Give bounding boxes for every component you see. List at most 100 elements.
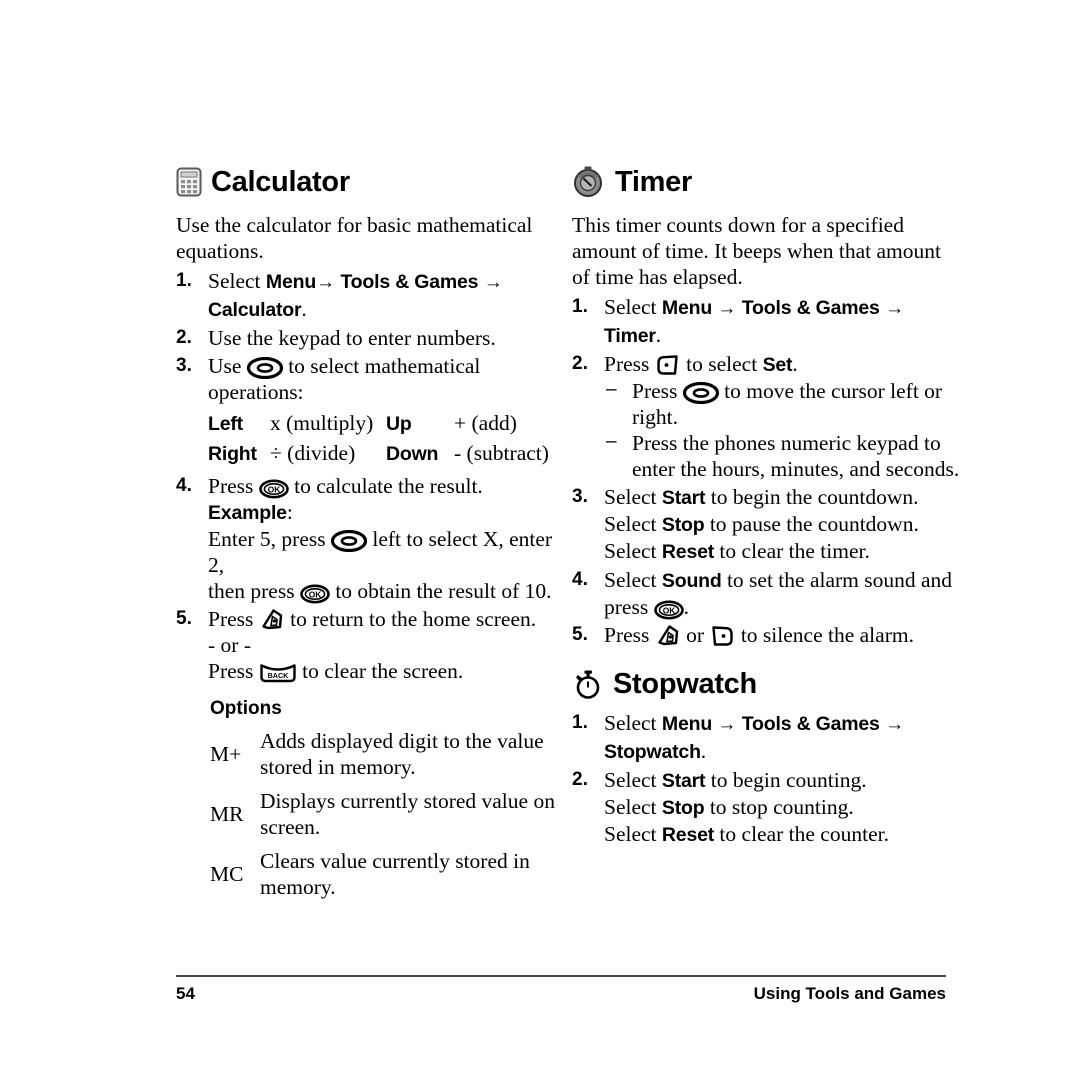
timer-substeps: – Press to move the cursor left or right… — [604, 378, 962, 482]
op-key-right: Right — [208, 443, 257, 465]
option-row-mplus: M+ Adds displayed digit to the value sto… — [176, 728, 556, 780]
step-number: 2. — [572, 769, 588, 790]
menu-term: Menu — [661, 297, 713, 319]
calculator-step-1: 1. Select Menu→ Tools & Games → Calculat… — [176, 268, 556, 323]
option-description: Clears value currently stored in memory. — [260, 849, 530, 899]
example-term: Example — [208, 502, 287, 524]
step-text: Press — [604, 623, 655, 647]
start-term: Start — [661, 770, 706, 792]
set-term: Set — [762, 354, 793, 376]
step-text: Press — [208, 607, 259, 631]
timer-step-4: 4. Select Sound to set the alarm sound a… — [572, 567, 962, 620]
step-text: . — [301, 297, 307, 321]
back-key-icon: BACK — [259, 662, 297, 684]
calculator-section: Calculator Use the calculator for basic … — [176, 162, 556, 908]
step-number: 4. — [572, 569, 588, 590]
option-description: Displays currently stored value on scree… — [260, 789, 555, 839]
option-key: M+ — [210, 742, 242, 766]
option-key: MR — [210, 802, 244, 826]
op-key-left: Left — [208, 413, 243, 435]
stopwatch-icon — [572, 668, 604, 700]
calculator-title: Calculator — [211, 165, 350, 198]
timer-section: Timer This timer counts down for a speci… — [572, 162, 962, 850]
step-text: Select — [604, 485, 662, 509]
navigation-rocker-key-icon — [682, 382, 719, 404]
step-text: to pause the countdown. — [704, 512, 919, 536]
timer-step-5: 5. Press or to silence the alarm. — [572, 622, 962, 648]
timer-term: Timer — [604, 325, 656, 347]
step-text: Press — [208, 474, 259, 498]
step-text: to calculate the result. — [288, 474, 483, 498]
calculator-heading: Calculator — [176, 162, 556, 202]
step-text: Use — [208, 354, 247, 378]
stopwatch-heading: Stopwatch — [572, 664, 962, 704]
step-text: . — [700, 739, 707, 763]
end-key-icon — [259, 606, 285, 632]
arrow-glyph: → — [885, 714, 905, 735]
ok-key-icon: OK — [300, 584, 330, 604]
step-number: 4. — [176, 475, 192, 496]
step-text: Select — [604, 568, 662, 592]
timer-icon — [572, 166, 606, 198]
stopwatch-title: Stopwatch — [613, 667, 757, 700]
step-text: Select — [604, 711, 662, 735]
menu-term: Menu — [265, 271, 317, 293]
svg-text:OK: OK — [268, 485, 281, 495]
operations-table: Left x (multiply) Up + (add) Right ÷ (di… — [208, 410, 556, 467]
stop-term: Stop — [661, 514, 705, 536]
arrow-glyph: → — [316, 272, 336, 293]
step-text: to set the alarm sound and — [721, 568, 953, 592]
op-value-add: + (add) — [454, 411, 517, 435]
step-text: Select — [604, 512, 662, 536]
step-number: 5. — [572, 624, 588, 645]
operations-row: Right ÷ (divide) Down - (subtract) — [208, 440, 556, 467]
op-key-down: Down — [386, 443, 439, 465]
tools-games-term: Tools & Games — [741, 713, 880, 735]
stopwatch-step-2: 2. Select Start to begin counting. Selec… — [572, 767, 962, 848]
tools-games-term: Tools & Games — [741, 297, 880, 319]
timer-step-1: 1. Select Menu → Tools & Games → Timer. — [572, 294, 962, 349]
step-text: Select — [604, 795, 662, 819]
op-value-divide: ÷ (divide) — [270, 441, 356, 465]
option-key: MC — [210, 862, 244, 886]
step-text: Select — [604, 539, 662, 563]
timer-heading: Timer — [572, 162, 962, 202]
footer-divider — [176, 975, 946, 977]
step-number: 3. — [572, 486, 588, 507]
timer-substep-2: – Press the phones numeric keypad to ent… — [604, 430, 962, 482]
step-text: . — [683, 595, 689, 619]
calculator-intro: Use the calculator for basic mathematica… — [176, 213, 533, 263]
stop-term: Stop — [661, 797, 705, 819]
left-softkey-icon — [655, 353, 681, 377]
timer-step-3: 3. Select Start to begin the countdown. … — [572, 484, 962, 565]
options-heading: Options — [210, 698, 282, 719]
step-number: 1. — [572, 712, 588, 733]
option-description: Adds displayed digit to the value stored… — [260, 729, 544, 779]
stopwatch-term: Stopwatch — [604, 741, 701, 763]
step-text: . — [792, 352, 798, 376]
substep-text: Press the phones numeric keypad to enter… — [632, 431, 960, 481]
stopwatch-step-1: 1. Select Menu → Tools & Games → Stopwat… — [572, 710, 962, 765]
step-number: 5. — [176, 608, 192, 629]
reset-term: Reset — [661, 541, 715, 563]
op-value-multiply: x (multiply) — [270, 411, 374, 435]
timer-step-2: 2. Press to select Set. – Press to move … — [572, 351, 962, 482]
step-text: Press — [604, 352, 655, 376]
or-separator: - or - — [208, 633, 251, 657]
step-text: Select — [604, 295, 662, 319]
navigation-rocker-key-icon — [331, 530, 367, 552]
arrow-glyph: → — [717, 298, 737, 319]
step-text: press — [604, 595, 654, 619]
ok-key-icon: OK — [258, 479, 289, 499]
calculator-term: Calculator — [208, 299, 302, 321]
option-row-mr: MR Displays currently stored value on sc… — [176, 788, 556, 840]
calculator-step-3: 3. Use to select mathematical operations… — [176, 353, 556, 467]
svg-text:OK: OK — [309, 590, 322, 600]
sound-term: Sound — [661, 570, 722, 592]
operations-row: Left x (multiply) Up + (add) — [208, 410, 556, 437]
step-text: to return to the home screen. — [284, 607, 537, 631]
step-text: to clear the counter. — [714, 822, 889, 846]
navigation-rocker-key-icon — [246, 357, 283, 379]
calculator-step-2: 2. Use the keypad to enter numbers. — [176, 325, 556, 351]
op-value-subtract: - (subtract) — [454, 441, 549, 465]
